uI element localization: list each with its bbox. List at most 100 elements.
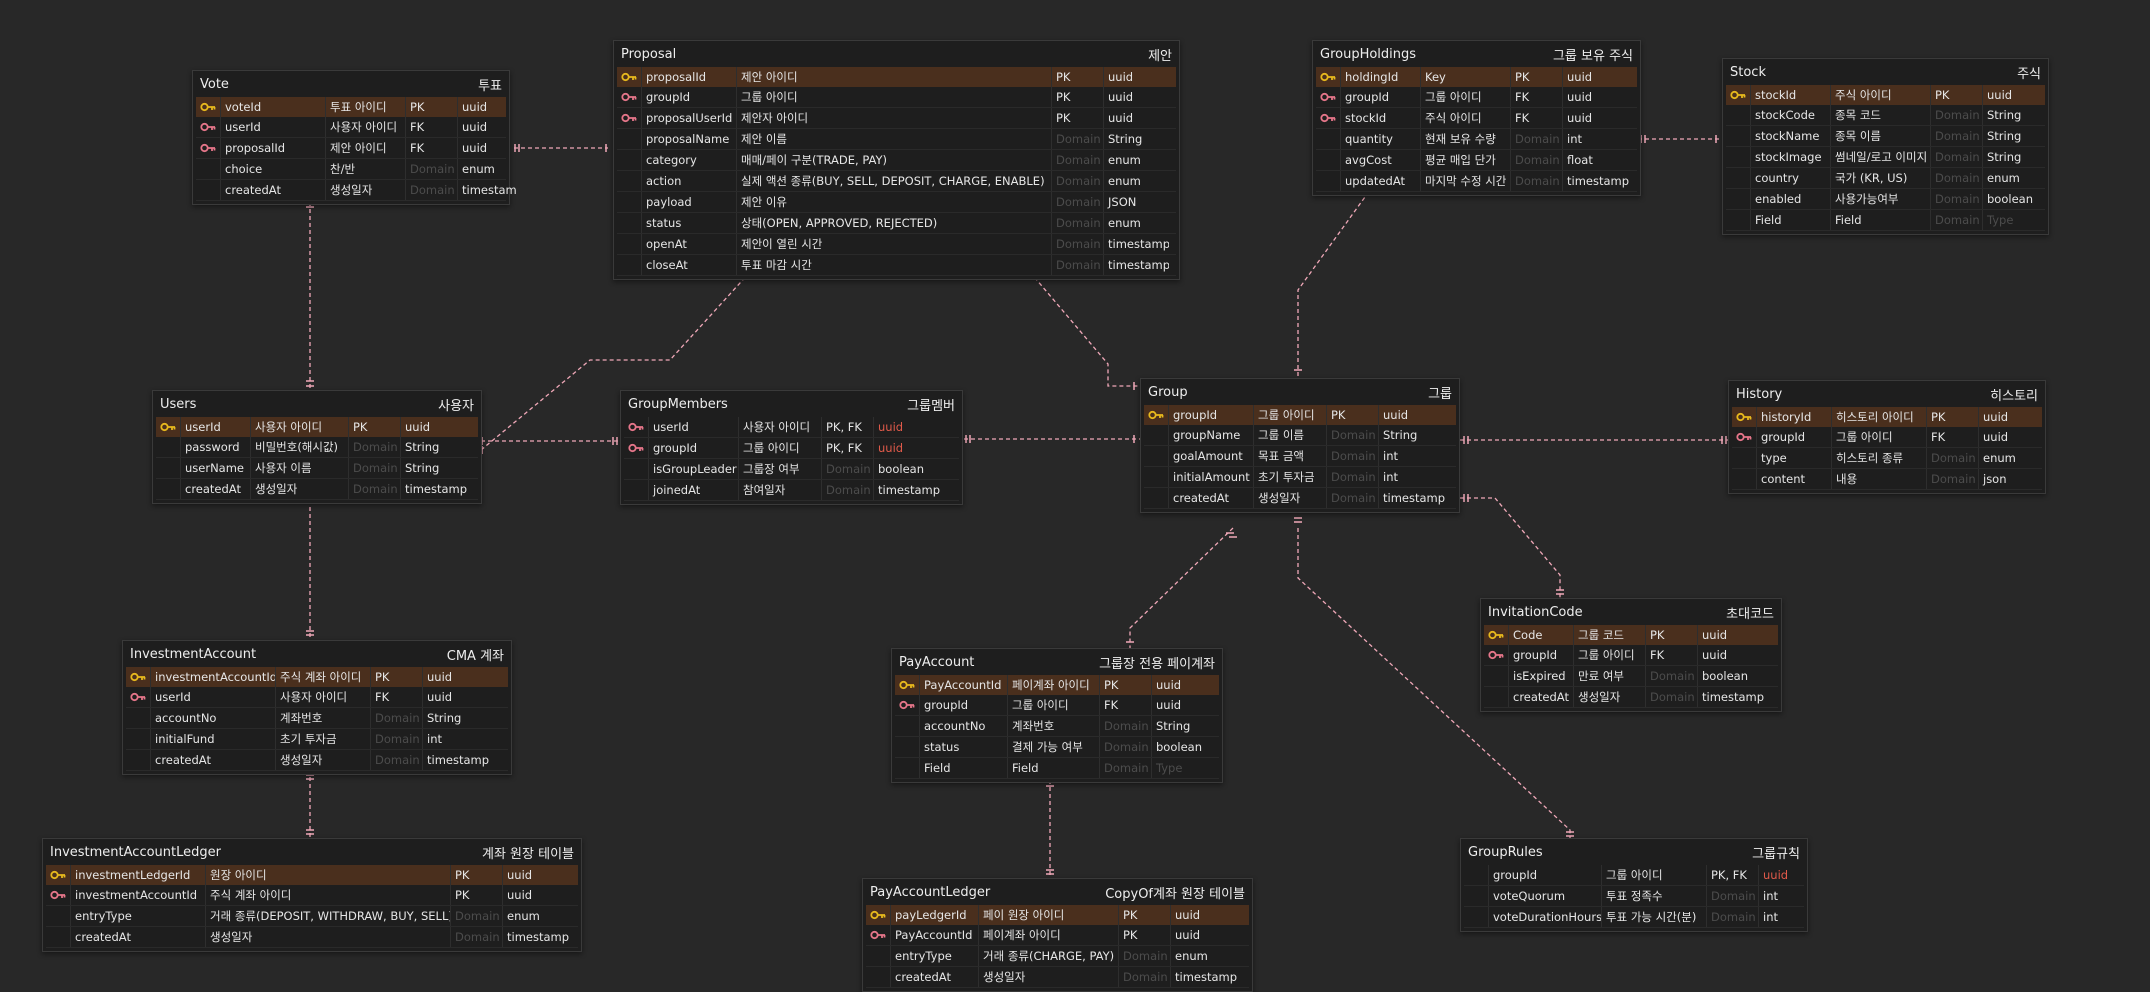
- field-row[interactable]: password 비밀번호(해시값) Domain String: [156, 437, 478, 458]
- edge-marker: [1126, 532, 1237, 643]
- field-row[interactable]: groupId 그룹 아이디 FK uuid: [1316, 87, 1637, 108]
- field-row[interactable]: userId 사용자 아이디 PK uuid: [156, 417, 478, 437]
- entity-investmentaccountledger[interactable]: InvestmentAccountLedger 계좌 원장 테이블 investme…: [42, 838, 582, 952]
- entity-users[interactable]: Users 사용자 userId 사용자 아이디 PK uuid password 비밀번호(…: [152, 390, 482, 504]
- field-type: uuid: [878, 441, 904, 455]
- field-row[interactable]: avgCost 평균 매입 단가 Domain float: [1316, 150, 1637, 171]
- field-row[interactable]: content 내용 Domain json: [1732, 469, 2042, 490]
- field-row[interactable]: proposalId 제안 아이디 FK uuid: [196, 138, 506, 159]
- field-row[interactable]: status 상태(OPEN, APPROVED, REJECTED) Domain…: [617, 213, 1176, 234]
- field-row[interactable]: initialFund 초기 투자금 Domain int: [126, 729, 508, 750]
- field-row[interactable]: accountNo 계좌번호 Domain String: [895, 716, 1219, 737]
- field-row[interactable]: stockName 종목 이름 Domain String: [1726, 126, 2045, 147]
- field-row[interactable]: createdAt생성일자Domain timestamp: [866, 967, 1249, 988]
- field-row[interactable]: proposalUserId 제안자 아이디 PK uuid: [617, 108, 1176, 129]
- entity-name: Users: [160, 396, 197, 412]
- field-row[interactable]: stockCode 종목 코드 Domain String: [1726, 105, 2045, 126]
- field-row[interactable]: isGroupLeader 그룹장 여부 Domain boolean: [624, 459, 959, 480]
- field-row[interactable]: investmentAccountId 주식 계좌 아이디 PK uuid: [46, 885, 578, 906]
- field-row[interactable]: Field Field Domain Type: [895, 758, 1219, 779]
- field-name: investmentAccountId: [151, 667, 276, 687]
- field-row[interactable]: proposalId 제안 아이디 PK uuid: [617, 67, 1176, 87]
- entity-stock[interactable]: Stock 주식 stockId 주식 아이디 PK uuid stockCode 종목 코드…: [1722, 58, 2049, 235]
- field-row[interactable]: payLedgerId 페이 원장 아이디 PK uuid: [866, 905, 1249, 925]
- field-row[interactable]: enabled 사용가능여부 Domain boolean: [1726, 189, 2045, 210]
- field-row[interactable]: payload 제안 이유 Domain JSON: [617, 192, 1176, 213]
- field-key: Domain: [1931, 168, 1983, 188]
- field-row[interactable]: investmentAccountId 주식 계좌 아이디 PK uuid: [126, 667, 508, 687]
- primary-key-icon: [46, 865, 71, 885]
- field-row[interactable]: createdAt생성일자Domain timestamp: [126, 750, 508, 771]
- field-comment: 국가 (KR, US): [1831, 168, 1931, 188]
- field-row[interactable]: stockId 주식 아이디 FK uuid: [1316, 108, 1637, 129]
- field-row[interactable]: status 결제 가능 여부 Domain boolean: [895, 737, 1219, 758]
- entity-proposal[interactable]: Proposal 제안 proposalId 제안 아이디 PK uuid groupId 그…: [613, 40, 1180, 280]
- field-row[interactable]: createdAt생성일자Domain timestamp: [196, 180, 516, 201]
- field-row[interactable]: joinedAt 참여일자 Domain timestamp: [624, 480, 959, 501]
- field-row[interactable]: action 실제 액션 종류(BUY, SELL, DEPOSIT, CHARG…: [617, 171, 1176, 192]
- field-row[interactable]: PayAccountId 페이계좌 아이디 PK uuid: [866, 925, 1249, 946]
- field-row[interactable]: entryType 거래 종류(DEPOSIT, WITHDRAW, BUY, S…: [46, 906, 578, 927]
- field-row[interactable]: goalAmount 목표 금액 Domain int: [1144, 446, 1456, 467]
- field-row[interactable]: choice 찬/반 Domain enum: [196, 159, 506, 180]
- field-row[interactable]: accountNo 계좌번호 Domain String: [126, 708, 508, 729]
- field-row[interactable]: Code 그룹 코드 PK uuid: [1484, 625, 1778, 645]
- field-key: Domain: [1927, 448, 1979, 468]
- field-row[interactable]: initialAmount 초기 투자금 Domain int: [1144, 467, 1456, 488]
- entity-payaccountledger[interactable]: PayAccountLedger CopyOf계좌 원장 테이블 payLedger…: [862, 878, 1253, 992]
- field-type: int: [1763, 889, 1778, 903]
- field-row[interactable]: proposalName 제안 이름 Domain String: [617, 129, 1176, 150]
- field-row[interactable]: entryType 거래 종류(CHARGE, PAY) Domain enum: [866, 946, 1249, 967]
- field-row[interactable]: userName 사용자 이름 Domain String: [156, 458, 478, 479]
- field-row[interactable]: createdAt생성일자Domain timestamp: [1484, 687, 1778, 708]
- field-row[interactable]: historyId 히스토리 아이디 PK uuid: [1732, 407, 2042, 427]
- entity-payaccount[interactable]: PayAccount 그룹장 전용 페이계좌 PayAccountId 페이계좌 아이…: [891, 648, 1223, 783]
- entity-groupholdings[interactable]: GroupHoldings 그룹 보유 주식 holdingId Key PK uuid g…: [1312, 40, 1641, 196]
- field-row[interactable]: createdAt생성일자Domain timestamp: [46, 927, 578, 948]
- entity-investmentaccount[interactable]: InvestmentAccount CMA 계좌 investmentAccount…: [122, 640, 512, 775]
- field-row[interactable]: Field Field Domain Type: [1726, 210, 2045, 231]
- field-name: groupId: [649, 438, 739, 458]
- field-row[interactable]: category 매매/페이 구분(TRADE, PAY) Domain enum: [617, 150, 1176, 171]
- field-row[interactable]: stockId 주식 아이디 PK uuid: [1726, 85, 2045, 105]
- field-row[interactable]: closeAt 투표 마감 시간 Domain timestamp: [617, 255, 1176, 276]
- field-row[interactable]: createdAt생성일자Domain timestamp: [156, 479, 478, 500]
- field-row[interactable]: groupId 그룹 아이디 PK uuid: [1144, 405, 1456, 425]
- entity-grouprules[interactable]: GroupRules 그룹규칙 groupId 그룹 아이디 PK, FK uuid vot…: [1460, 838, 1808, 932]
- field-row[interactable]: groupId 그룹 아이디 FK uuid: [1484, 645, 1778, 666]
- field-type: uuid: [1983, 410, 2009, 424]
- field-row[interactable]: userId 사용자 아이디 FK uuid: [126, 687, 508, 708]
- field-row[interactable]: voteQuorum 투표 정족수 Domain int: [1464, 886, 1804, 907]
- entity-history[interactable]: History 히스토리 historyId 히스토리 아이디 PK uuid groupI…: [1728, 380, 2046, 494]
- field-row[interactable]: investmentLedgerId 원장 아이디 PK uuid: [46, 865, 578, 885]
- field-name: proposalUserId: [642, 108, 737, 128]
- entity-groupmembers[interactable]: GroupMembers 그룹멤버 userId 사용자 아이디 PK, FK uuid g…: [620, 390, 963, 505]
- field-row[interactable]: voteDurationHours 투표 가능 시간(분) Domain int: [1464, 907, 1804, 928]
- field-row[interactable]: groupId 그룹 아이디 PK, FK uuid: [1464, 865, 1804, 886]
- entity-invitationcode[interactable]: InvitationCode 초대코드 Code 그룹 코드 PK uuid groupId…: [1480, 598, 1782, 712]
- entity-vote[interactable]: Vote 투표 voteId 투표 아이디 PK uuid userId 사용자 아이디 FK u…: [192, 70, 516, 205]
- field-row[interactable]: groupId 그룹 아이디 PK, FK uuid: [624, 438, 959, 459]
- field-row[interactable]: userId 사용자 아이디 PK, FK uuid: [624, 417, 959, 438]
- field-row[interactable]: userId 사용자 아이디 FK uuid: [196, 117, 506, 138]
- field-row[interactable]: type 히스토리 종류 Domain enum: [1732, 448, 2042, 469]
- field-row[interactable]: quantity 현재 보유 수량 Domain int: [1316, 129, 1637, 150]
- field-row[interactable]: groupId 그룹 아이디 FK uuid: [1732, 427, 2042, 448]
- field-row[interactable]: isExpired 만료 여부 Domain boolean: [1484, 666, 1778, 687]
- blank-icon: [895, 737, 920, 757]
- field-row[interactable]: voteId 투표 아이디 PK uuid: [196, 97, 506, 117]
- field-row[interactable]: holdingId Key PK uuid: [1316, 67, 1637, 87]
- field-row[interactable]: groupId 그룹 아이디 PK uuid: [617, 87, 1176, 108]
- field-key: Domain: [1052, 234, 1104, 254]
- field-row[interactable]: PayAccountId 페이계좌 아이디 PK uuid: [895, 675, 1219, 695]
- field-type: int: [1567, 132, 1582, 146]
- field-row[interactable]: updatedAt 마지막 수정 시간 Domain timestamp: [1316, 171, 1637, 192]
- field-row[interactable]: groupName 그룹 이름 Domain String: [1144, 425, 1456, 446]
- field-row[interactable]: country 국가 (KR, US) Domain enum: [1726, 168, 2045, 189]
- field-row[interactable]: createdAt생성일자Domain timestamp: [1144, 488, 1456, 509]
- field-row[interactable]: groupId 그룹 아이디 FK uuid: [895, 695, 1219, 716]
- field-row[interactable]: openAt 제안이 열린 시간 Domain timestamp: [617, 234, 1176, 255]
- entity-group[interactable]: Group 그룹 groupId 그룹 아이디 PK uuid groupName 그룹 이름…: [1140, 378, 1460, 513]
- field-comment: 그룹장 여부: [739, 459, 822, 479]
- field-row[interactable]: stockImage 썸네일/로고 이미지 Domain String: [1726, 147, 2045, 168]
